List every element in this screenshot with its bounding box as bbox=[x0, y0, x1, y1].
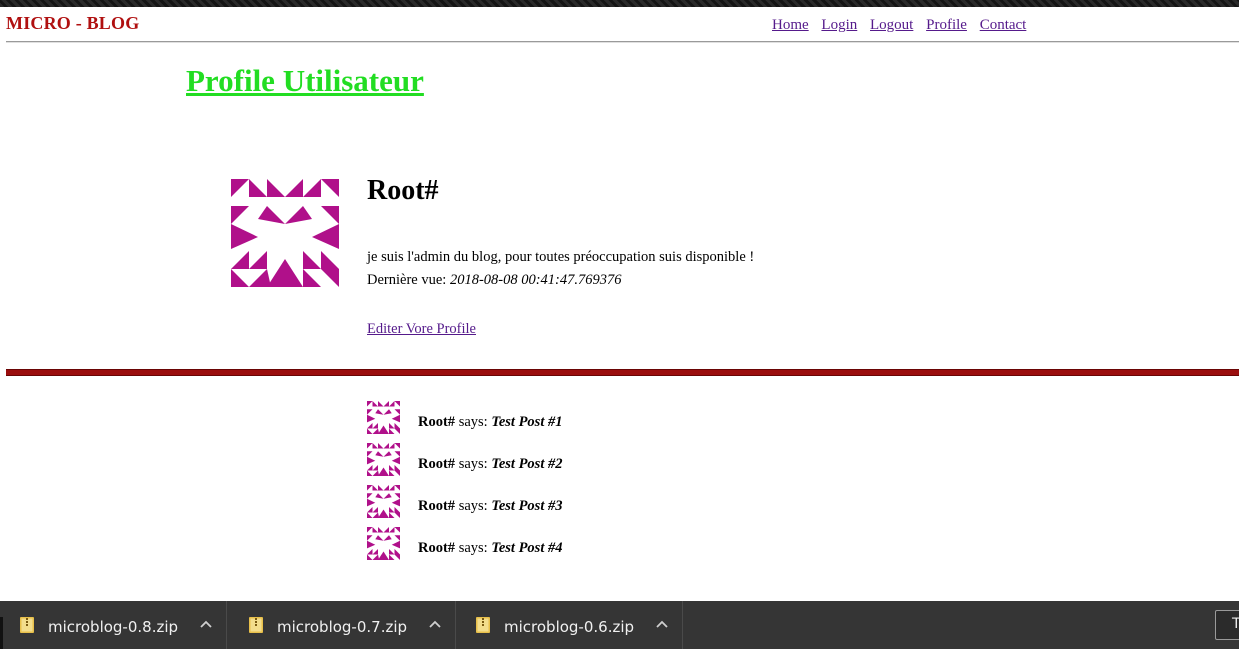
header-divider bbox=[6, 41, 1239, 43]
zip-file-icon bbox=[20, 617, 34, 633]
profile-username: Root# bbox=[367, 175, 439, 206]
post-item: Root# says: Test Post #3 bbox=[367, 485, 562, 527]
post-avatar-icon bbox=[367, 527, 400, 560]
post-item: Root# says: Test Post #1 bbox=[367, 401, 562, 443]
post-says: says: bbox=[458, 414, 488, 430]
post-item: Root# says: Test Post #4 bbox=[367, 527, 562, 569]
main-nav: Home Login Logout Profile Contact bbox=[772, 17, 1035, 34]
post-says: says: bbox=[458, 540, 488, 556]
post-item: Root# says: Test Post #2 bbox=[367, 443, 562, 485]
downloads-bar: microblog-0.8.zip microblog-0.7.zip micr… bbox=[0, 601, 1239, 649]
nav-login-link[interactable]: Login bbox=[821, 17, 857, 33]
page-title: Profile Utilisateur bbox=[186, 63, 424, 98]
posts-list: Root# says: Test Post #1 Root# says: Tes… bbox=[367, 401, 562, 569]
user-avatar-icon bbox=[231, 179, 339, 287]
post-avatar-icon bbox=[367, 401, 400, 434]
post-body: Test Post #1 bbox=[491, 414, 563, 430]
post-body: Test Post #4 bbox=[491, 540, 563, 556]
site-brand: MICRO - BLOG bbox=[6, 13, 140, 33]
nav-home-link[interactable]: Home bbox=[772, 17, 809, 33]
download-filename: microblog-0.7.zip bbox=[277, 618, 408, 636]
post-avatar-icon bbox=[367, 485, 400, 518]
nav-contact-link[interactable]: Contact bbox=[980, 17, 1027, 33]
download-filename: microblog-0.8.zip bbox=[48, 618, 179, 636]
download-item[interactable]: microblog-0.6.zip bbox=[456, 601, 683, 649]
window-edge bbox=[0, 617, 3, 649]
nav-profile-link[interactable]: Profile bbox=[926, 17, 967, 33]
post-text: Root# says: Test Post #1 bbox=[418, 414, 562, 431]
download-filename: microblog-0.6.zip bbox=[504, 618, 635, 636]
post-says: says: bbox=[458, 498, 488, 514]
section-divider bbox=[6, 369, 1239, 376]
post-author: Root# bbox=[418, 456, 456, 472]
post-text: Root# says: Test Post #2 bbox=[418, 456, 562, 473]
edit-profile-link[interactable]: Editer Vore Profile bbox=[367, 321, 476, 338]
download-item[interactable]: microblog-0.8.zip bbox=[0, 601, 227, 649]
last-seen-label: Dernière vue: bbox=[367, 272, 447, 288]
chevron-up-icon[interactable] bbox=[429, 619, 441, 629]
profile-last-seen: Dernière vue: 2018-08-08 00:41:47.769376 bbox=[367, 272, 622, 289]
zip-file-icon bbox=[476, 617, 490, 633]
download-item[interactable]: microblog-0.7.zip bbox=[229, 601, 456, 649]
chevron-up-icon[interactable] bbox=[656, 619, 668, 629]
post-says: says: bbox=[458, 456, 488, 472]
post-author: Root# bbox=[418, 498, 456, 514]
zip-file-icon bbox=[249, 617, 263, 633]
post-text: Root# says: Test Post #4 bbox=[418, 540, 562, 557]
post-body: Test Post #2 bbox=[491, 456, 563, 472]
show-all-downloads-button[interactable]: T bbox=[1215, 610, 1239, 640]
post-text: Root# says: Test Post #3 bbox=[418, 498, 562, 515]
post-body: Test Post #3 bbox=[491, 498, 563, 514]
browser-top-strip bbox=[0, 0, 1239, 7]
post-avatar-icon bbox=[367, 443, 400, 476]
post-author: Root# bbox=[418, 540, 456, 556]
nav-logout-link[interactable]: Logout bbox=[870, 17, 913, 33]
last-seen-value: 2018-08-08 00:41:47.769376 bbox=[449, 272, 622, 288]
chevron-up-icon[interactable] bbox=[200, 619, 212, 629]
profile-about: je suis l'admin du blog, pour toutes pré… bbox=[367, 249, 755, 265]
post-author: Root# bbox=[418, 414, 456, 430]
